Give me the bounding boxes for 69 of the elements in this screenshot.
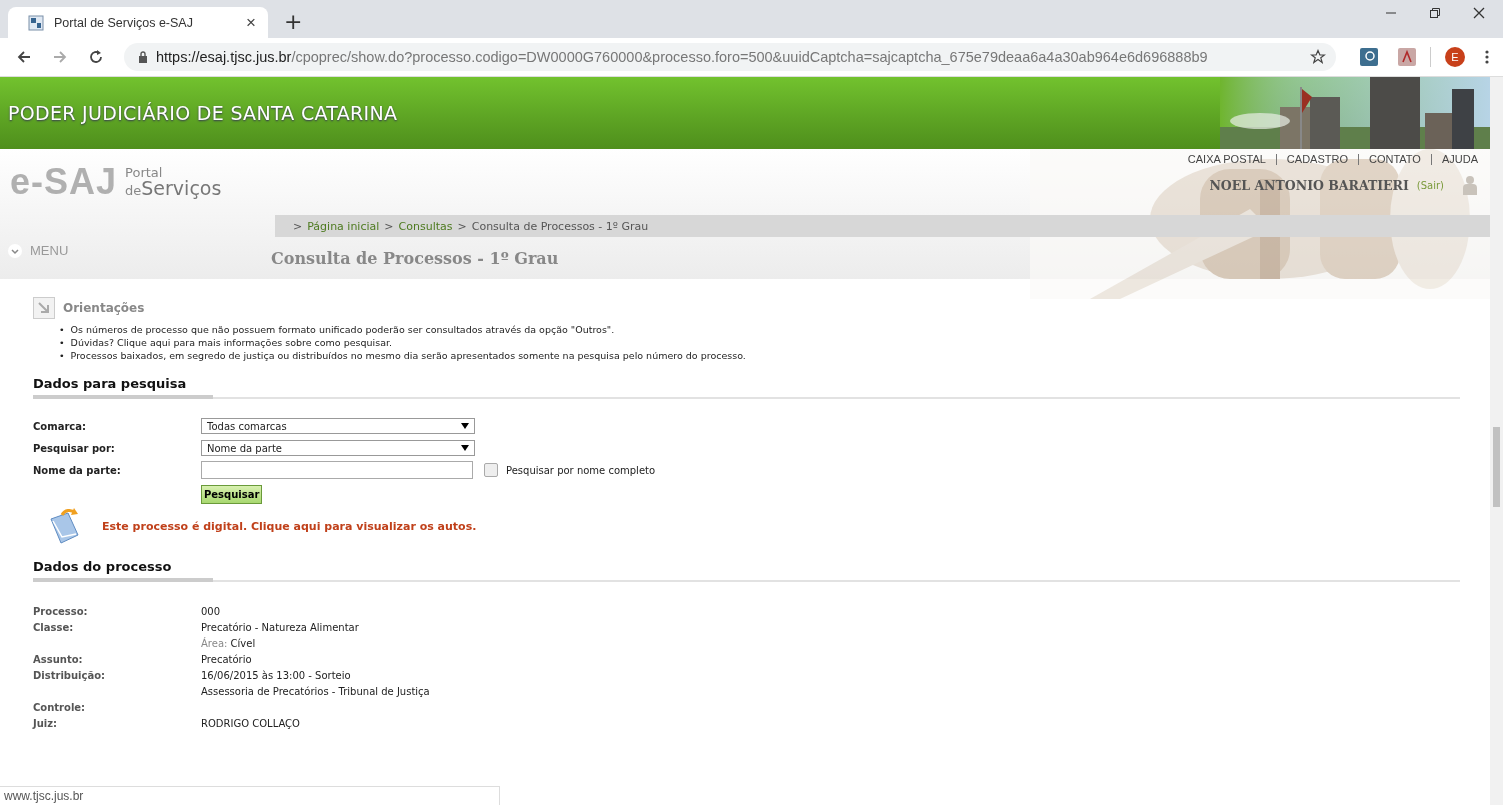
tab-title: Portal de Serviços e-SAJ	[54, 15, 194, 30]
new-tab-button[interactable]: +	[284, 9, 303, 34]
breadcrumb-separator: >	[457, 219, 467, 233]
breadcrumb-current-page: Consulta de Processos - 1º Grau	[471, 219, 649, 233]
star-icon[interactable]	[1310, 49, 1326, 65]
bullet: •	[59, 323, 65, 336]
lock-icon	[138, 51, 148, 63]
field-label: Controle:	[33, 701, 87, 715]
header-link[interactable]: CADASTRO	[1286, 153, 1348, 165]
field-label: Processo:	[33, 605, 89, 619]
reload-icon[interactable]	[88, 49, 104, 65]
bullet: •	[59, 349, 65, 362]
close-icon[interactable]	[1473, 7, 1485, 19]
banner-title: PODER JUDICIÁRIO DE SANTA CATARINA	[7, 102, 398, 124]
field-label: Assunto:	[33, 653, 84, 667]
field-label: Distribuição:	[33, 669, 107, 683]
arrow-down-right-icon	[33, 297, 55, 319]
field-caption: Área:	[201, 638, 228, 649]
text-field[interactable]	[201, 461, 473, 479]
dropdown-arrow-icon	[461, 445, 469, 451]
dropdown[interactable]: Todas comarcas	[201, 418, 475, 434]
checkbox[interactable]	[484, 463, 498, 477]
status-bar: www.tjsc.jus.br	[0, 786, 500, 805]
field-label: Nome da parte:	[33, 464, 122, 476]
more-icon[interactable]	[1485, 49, 1489, 65]
user-name: NOEL ANTONIO BARATIERI	[1209, 177, 1409, 193]
field-label: Juiz:	[33, 717, 59, 731]
guidance-item: Dúvidas? Clique aqui para mais informações sobre como pesquisar.	[70, 336, 392, 349]
checkbox-label: Pesquisar por nome completo	[506, 464, 656, 476]
field-label: Comarca:	[33, 420, 87, 432]
url-text: https://esaj.tjsc.jus.br/cpoprec/show.do?processo.codigo=DW0000G760000&processo.foro=500&uuidCaptcha=sajcaptcha_675e79deaa6a4a30ab964e6d696888b9	[156, 49, 1209, 65]
profile-avatar[interactable]: E	[1445, 47, 1465, 67]
chevron-down-icon	[8, 243, 22, 258]
field-value: Precatório	[201, 654, 252, 665]
scrollbar[interactable]	[1490, 77, 1503, 805]
field-value: Cível	[230, 638, 256, 649]
guidance-item: Processos baixados, em segredo de justiça ou distribuídos no mesmo dia serão apresentados somente na pesquisa pelo número do processo.	[70, 349, 746, 362]
breadcrumb-link[interactable]: Consultas	[398, 219, 453, 233]
field-value: 000	[201, 606, 221, 617]
address-field[interactable]: https://esaj.tjsc.jus.br/cpoprec/show.do?processo.codigo=DW0000G760000&processo.foro=500&uuidCaptcha=sajcaptcha_675e79deaa6a4a30ab964e6d696888b9	[124, 43, 1336, 71]
extension-icon[interactable]	[1360, 48, 1378, 66]
section-title: Dados para pesquisa	[33, 376, 213, 399]
browser-tab[interactable]: Portal de Serviços e-SAJ ×	[8, 7, 268, 38]
dropdown-arrow-icon	[461, 423, 469, 429]
breadcrumb-separator: >	[384, 219, 394, 233]
restore-icon[interactable]	[1429, 7, 1441, 19]
field-value: Precatório - Natureza Alimentar	[201, 622, 359, 633]
breadcrumb-link[interactable]: Página inicial	[307, 219, 380, 233]
field-label: Pesquisar por:	[33, 442, 116, 454]
breadcrumb-separator: >	[293, 219, 303, 233]
favicon-icon	[28, 14, 44, 31]
header-link[interactable]: AJUDA	[1441, 153, 1478, 165]
header-link[interactable]: CONTATO	[1369, 153, 1421, 165]
bullet: •	[59, 336, 65, 349]
field-value: Assessoria de Precatórios - Tribunal de Justiça	[201, 686, 430, 697]
user-icon	[1462, 175, 1478, 195]
back-icon[interactable]	[16, 49, 32, 65]
field-value: RODRIGO COLLAÇO	[201, 718, 300, 729]
digital-process-link[interactable]: Este processo é digital. Clique aqui para visualizar os autos.	[102, 519, 477, 533]
field-value: 16/06/2015 às 13:00 - Sorteio	[201, 670, 351, 681]
page-title: Consulta de Processos - 1º Grau	[271, 248, 559, 268]
header-link[interactable]: CAIXA POSTAL	[1187, 153, 1266, 165]
close-tab-button[interactable]: ×	[246, 12, 256, 33]
dropdown[interactable]: Nome da parte	[201, 440, 475, 456]
section-title: Dados do processo	[33, 559, 213, 582]
search-button[interactable]: Pesquisar	[201, 484, 263, 504]
guidance-item: Os números de processo que não possuem formato unificado poderão ser consultados através da opção "Outros".	[70, 323, 615, 336]
field-label: Classe:	[33, 621, 75, 635]
guidance-title: Orientações	[63, 301, 145, 315]
